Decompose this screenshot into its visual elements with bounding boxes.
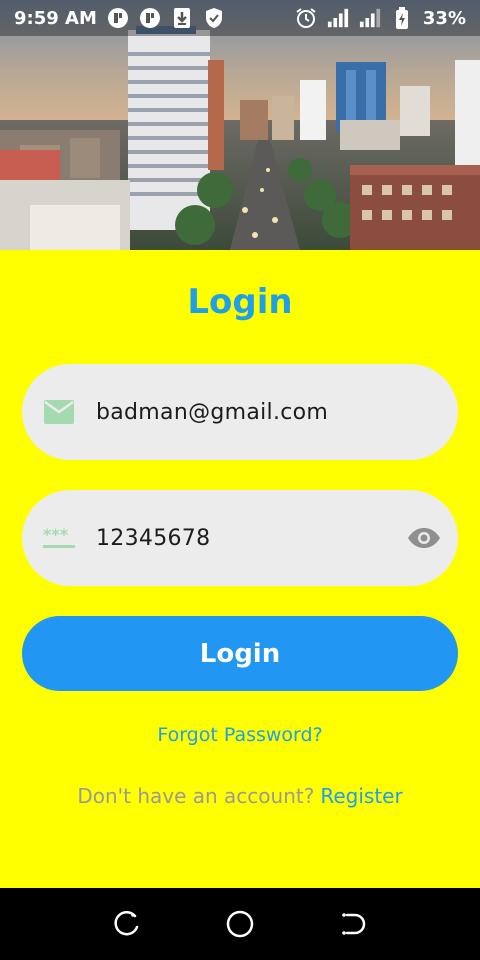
signal-icon xyxy=(327,7,349,29)
password-field[interactable]: *** 12345678 xyxy=(22,490,458,586)
status-right: 33% xyxy=(295,7,466,29)
forgot-password-link[interactable]: Forgot Password? xyxy=(0,724,480,746)
recents-icon[interactable] xyxy=(109,906,145,942)
status-bar: 9:59 AM 33% xyxy=(0,0,480,36)
battery-percentage: 33% xyxy=(422,7,466,29)
svg-text:***: *** xyxy=(43,526,69,544)
app-notification-icon xyxy=(139,7,161,29)
battery-icon xyxy=(391,7,413,29)
email-field[interactable]: badman@gmail.com xyxy=(22,364,458,460)
status-time: 9:59 AM xyxy=(14,7,97,29)
hero-city-image xyxy=(0,0,480,250)
email-input-value[interactable]: badman@gmail.com xyxy=(96,400,442,425)
eye-icon[interactable] xyxy=(406,520,442,556)
navigation-bar xyxy=(0,888,480,960)
status-left: 9:59 AM xyxy=(14,7,225,29)
signal-icon xyxy=(359,7,381,29)
register-row: Don't have an account? Register xyxy=(0,784,480,808)
alarm-icon xyxy=(295,7,317,29)
shield-icon xyxy=(203,7,225,29)
register-prompt: Don't have an account? xyxy=(77,784,315,808)
password-input-value[interactable]: 12345678 xyxy=(96,526,406,551)
home-icon[interactable] xyxy=(222,906,258,942)
login-screen: 9:59 AM 33% Login badman@gmail.com *** 1… xyxy=(0,0,480,960)
password-icon: *** xyxy=(42,521,76,555)
page-title: Login xyxy=(187,282,293,322)
mail-icon xyxy=(42,395,76,429)
back-icon[interactable] xyxy=(335,906,371,942)
register-link[interactable]: Register xyxy=(320,784,402,808)
download-icon xyxy=(171,7,193,29)
login-button[interactable]: Login xyxy=(22,616,458,691)
city-skyline-image xyxy=(0,0,480,250)
app-notification-icon xyxy=(107,7,129,29)
